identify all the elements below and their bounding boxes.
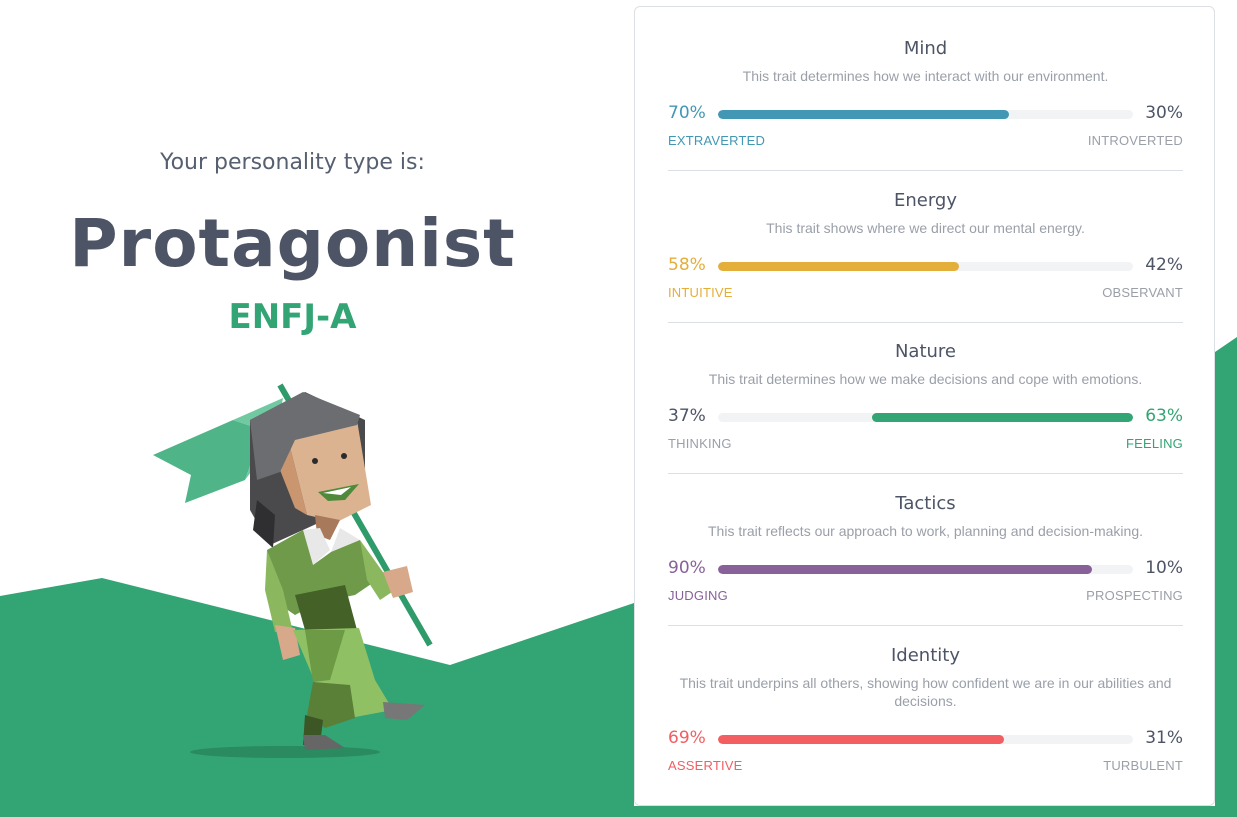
left-trait-label: EXTRAVERTED [668,133,766,148]
right-trait-label: TURBULENT [1103,758,1183,773]
trait-mind: Mind This trait determines how we interac… [668,38,1183,151]
trait-energy: Energy This trait shows where we direct o… [668,190,1183,303]
trait-bar-fill [718,110,1009,119]
trait-nature: Nature This trait determines how we make … [668,341,1183,454]
trait-tactics: Tactics This trait reflects our approach … [668,493,1183,606]
result-header: Your personality type is: Protagonist EN… [0,0,590,360]
trait-divider [668,473,1183,474]
right-trait-label: OBSERVANT [1102,285,1183,300]
trait-bar-fill [871,413,1133,422]
trait-bar-track [718,262,1133,271]
trait-description: This trait underpins all others, showing… [679,675,1172,709]
trait-labels: INTUITIVE OBSERVANT [668,285,1183,303]
trait-bar-track [718,565,1133,574]
trait-bar-track [718,413,1133,422]
trait-title: Tactics [895,493,956,514]
left-trait-label: THINKING [668,436,732,451]
trait-bar-row: 58% 42% [668,255,1183,277]
trait-labels: JUDGING PROSPECTING [668,588,1183,606]
trait-bar-track [718,735,1133,744]
trait-bar-fill [718,565,1092,574]
left-trait-label: INTUITIVE [668,285,733,300]
left-percentage: 58% [668,255,706,275]
right-percentage: 10% [1145,558,1183,578]
trait-title: Mind [903,38,948,59]
trait-bar-track [718,110,1133,119]
trait-bar-row: 90% 10% [668,558,1183,580]
right-trait-label: FEELING [1125,436,1183,451]
result-subtitle: Your personality type is: [160,150,425,175]
trait-labels: THINKING FEELING [668,436,1183,454]
trait-title: Energy [893,190,958,211]
trait-description: This trait reflects our approach to work… [708,523,1143,539]
trait-labels: EXTRAVERTED INTROVERTED [668,133,1183,151]
left-percentage: 70% [668,103,706,123]
personality-type-name: Protagonist [69,205,516,282]
left-trait-label: ASSERTIVE [668,758,743,773]
trait-bar-fill [718,735,1005,744]
right-percentage: 31% [1145,728,1183,748]
protagonist-illustration [153,383,433,758]
right-trait-label: PROSPECTING [1086,588,1183,603]
trait-description: This trait shows where we direct our men… [766,220,1085,236]
right-trait-label: INTROVERTED [1087,133,1183,148]
right-percentage: 30% [1145,103,1183,123]
left-percentage: 37% [668,406,706,426]
personality-type-code: ENFJ-A [228,297,357,337]
right-percentage: 63% [1145,406,1183,426]
trait-bar-fill [718,262,959,271]
trait-divider [668,625,1183,626]
trait-title: Identity [891,645,960,666]
trait-description: This trait determines how we interact wi… [742,68,1109,84]
trait-identity: Identity This trait underpins all others,… [668,645,1183,776]
trait-divider [668,322,1183,323]
trait-title: Nature [894,341,957,362]
left-percentage: 90% [668,558,706,578]
trait-divider [668,170,1183,171]
trait-description: This trait determines how we make decisi… [708,371,1143,387]
trait-bar-row: 69% 31% [668,728,1183,750]
left-percentage: 69% [668,728,706,748]
trait-labels: ASSERTIVE TURBULENT [668,758,1183,776]
traits-card: Mind This trait determines how we interac… [634,6,1215,806]
left-trait-label: JUDGING [668,588,728,603]
right-percentage: 42% [1145,255,1183,275]
trait-bar-row: 37% 63% [668,406,1183,428]
trait-bar-row: 70% 30% [668,103,1183,125]
